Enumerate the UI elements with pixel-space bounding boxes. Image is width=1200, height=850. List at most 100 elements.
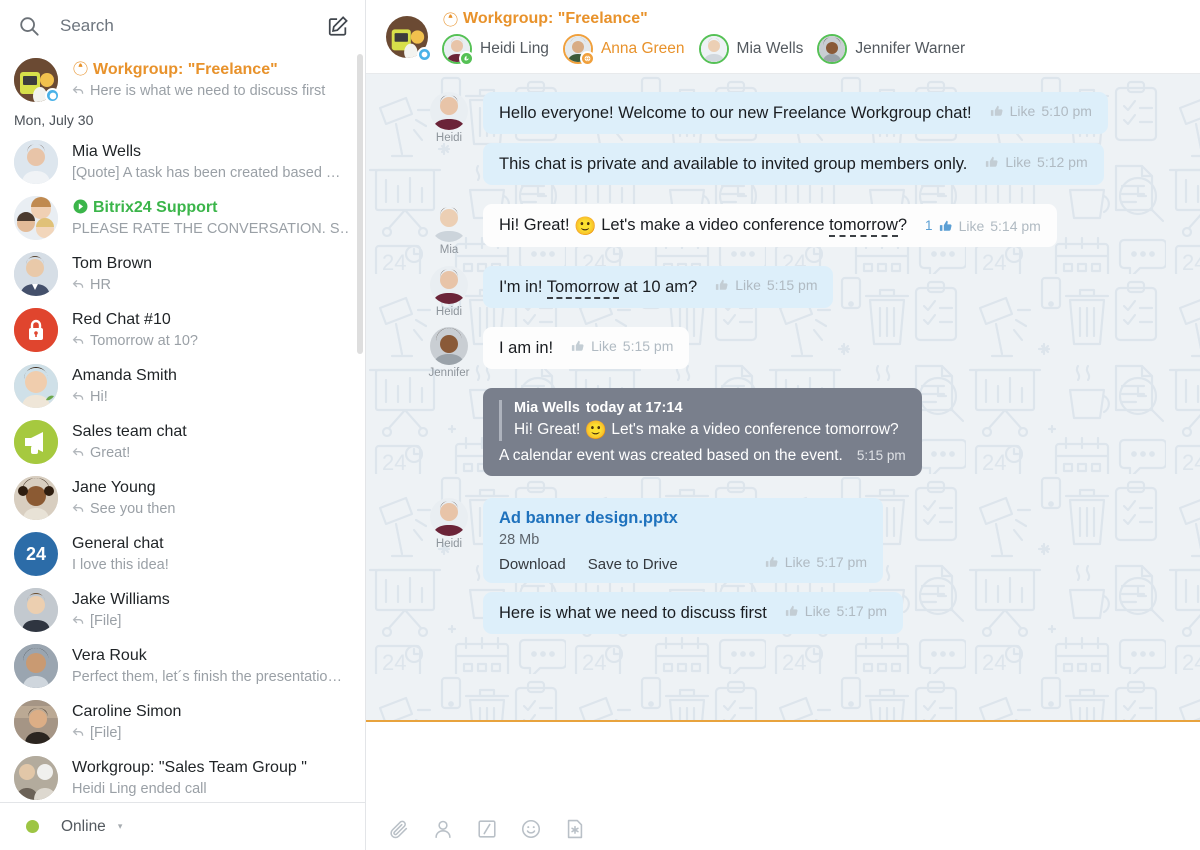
- system-text: A calendar event was created based on th…: [499, 447, 843, 465]
- status-label: Online: [61, 818, 106, 836]
- slash-command-icon[interactable]: [476, 818, 498, 840]
- chevron-down-icon[interactable]: ▾: [118, 821, 123, 832]
- message-bubble[interactable]: Here is what we need to discuss first Li…: [483, 592, 903, 634]
- list-item[interactable]: Workgroup: "Sales Team Group " Heidi Lin…: [0, 750, 365, 806]
- message-bubble[interactable]: Hi! Great! 🙂 Let's make a video conferen…: [483, 204, 1057, 247]
- thumbs-up-icon[interactable]: [765, 555, 779, 569]
- like-label[interactable]: Like: [1005, 154, 1031, 170]
- message-author-label: Mia: [440, 244, 459, 256]
- user-status-bar[interactable]: Online ▾: [0, 802, 365, 850]
- list-item[interactable]: Workgroup: "Freelance" Here is what we n…: [0, 52, 365, 108]
- message-bubble[interactable]: I am in! Like 5:15 pm: [483, 327, 689, 369]
- avatar: [14, 756, 58, 800]
- list-item-title: Jake Williams: [72, 590, 349, 610]
- message-text: I am in!: [499, 337, 553, 359]
- list-item[interactable]: Vera Rouk Perfect them, let´s finish the…: [0, 638, 365, 694]
- message-group: Mia Hi! Great! 🙂 Let's make a video conf…: [366, 204, 1200, 256]
- list-item[interactable]: Bitrix24 Support PLEASE RATE THE CONVERS…: [0, 190, 365, 246]
- chat-panel: Workgroup: "Freelance": [366, 0, 1200, 850]
- like-label[interactable]: Like: [959, 218, 985, 234]
- list-item[interactable]: Mia Wells [Quote] A task has been create…: [0, 134, 365, 190]
- list-item-text: Jake Williams [File]: [72, 590, 349, 631]
- like-label[interactable]: Like: [591, 338, 617, 354]
- message-input[interactable]: [366, 722, 1200, 802]
- chat-member-mia-wells[interactable]: Mia Wells: [699, 34, 804, 64]
- like-label[interactable]: Like: [1010, 103, 1036, 119]
- list-item-text: Workgroup: "Freelance" Here is what we n…: [72, 60, 349, 101]
- file-name-link[interactable]: Ad banner design.pptx: [499, 509, 867, 528]
- chat-group-avatar[interactable]: [386, 16, 428, 58]
- avatar: [442, 34, 472, 64]
- thumbs-up-icon[interactable]: [715, 278, 729, 292]
- message-bubble[interactable]: This chat is private and available to in…: [483, 143, 1104, 185]
- chat-members: Heidi Ling: [442, 34, 1182, 64]
- snippet-icon[interactable]: [564, 818, 586, 840]
- thumbs-up-icon[interactable]: [785, 604, 799, 618]
- list-item[interactable]: Jane Young See you then: [0, 470, 365, 526]
- avatar[interactable]: Heidi: [426, 266, 472, 318]
- date-separator: Mon, July 30: [0, 108, 365, 134]
- message-list[interactable]: 24: [366, 74, 1200, 722]
- message-group: Jennifer I am in! Like 5:15 pm: [366, 327, 1200, 378]
- messages-container: Heidi Hello everyone! Welcome to our new…: [366, 74, 1200, 667]
- avatar[interactable]: Jennifer: [426, 327, 472, 379]
- quote-time: today at 17:14: [586, 400, 683, 416]
- highlighted-date[interactable]: Tomorrow: [547, 278, 619, 299]
- message-meta: 1 Like 5:14 pm: [925, 218, 1041, 234]
- list-item-title: Workgroup: "Sales Team Group ": [72, 758, 349, 778]
- chat-list[interactable]: Workgroup: "Freelance" Here is what we n…: [0, 52, 365, 850]
- message-time: 5:15 pm: [623, 338, 674, 354]
- message-bubble[interactable]: I'm in! Tomorrow at 10 am? Like 5:15 pm: [483, 266, 833, 308]
- list-item-title: General chat: [72, 534, 349, 554]
- message-meta: Like 5:10 pm: [990, 103, 1092, 119]
- avatar[interactable]: Heidi: [426, 498, 472, 550]
- message-author-label: Heidi: [436, 538, 462, 550]
- avatar[interactable]: Heidi: [426, 92, 472, 144]
- list-item-title: Amanda Smith: [72, 366, 349, 386]
- paperclip-icon[interactable]: [388, 818, 410, 840]
- person-icon[interactable]: [432, 818, 454, 840]
- chat-member-heidi-ling[interactable]: Heidi Ling: [442, 34, 549, 64]
- list-item-text: Bitrix24 Support PLEASE RATE THE CONVERS…: [72, 198, 349, 239]
- list-item[interactable]: Red Chat #10 Tomorrow at 10?: [0, 302, 365, 358]
- list-item[interactable]: Caroline Simon [File]: [0, 694, 365, 750]
- list-item[interactable]: Amanda Smith Hi!: [0, 358, 365, 414]
- emoji-smiley: 🙂: [585, 420, 607, 440]
- thumbs-up-icon[interactable]: [985, 155, 999, 169]
- like-label[interactable]: Like: [735, 277, 761, 293]
- reply-arrow-icon: [72, 390, 85, 403]
- chat-header-text: Workgroup: "Freelance": [442, 9, 1182, 64]
- like-label[interactable]: Like: [805, 603, 831, 619]
- sidebar-scrollbar[interactable]: [358, 52, 364, 850]
- search-input[interactable]: [60, 16, 327, 36]
- message-time: 5:14 pm: [990, 218, 1041, 234]
- list-item-preview: Great!: [72, 443, 349, 463]
- highlighted-date[interactable]: tomorrow: [829, 216, 898, 237]
- download-link[interactable]: Download: [499, 556, 566, 573]
- list-item-title: Sales team chat: [72, 422, 349, 442]
- smiley-icon[interactable]: [520, 818, 542, 840]
- list-item[interactable]: Tom Brown HR: [0, 246, 365, 302]
- system-message-card[interactable]: Mia Wellstoday at 17:14 Hi! Great! 🙂 Let…: [483, 388, 922, 476]
- search-bar: [0, 0, 365, 52]
- file-message-bubble[interactable]: Ad banner design.pptx 28 Mb Download Sav…: [483, 498, 883, 583]
- list-item[interactable]: Jake Williams [File]: [0, 582, 365, 638]
- save-to-drive-link[interactable]: Save to Drive: [588, 556, 678, 573]
- compose-message-icon[interactable]: [327, 15, 349, 37]
- leaf-badge-icon: [459, 51, 474, 64]
- list-item[interactable]: 24 General chat I love this idea!: [0, 526, 365, 582]
- thumbs-up-icon[interactable]: [939, 219, 953, 233]
- chat-member-jennifer-warner[interactable]: Jennifer Warner: [817, 34, 965, 64]
- message-bubble[interactable]: Hello everyone! Welcome to our new Freel…: [483, 92, 1108, 134]
- workgroup-globe-icon: [442, 11, 459, 28]
- message-time: 5:15 pm: [767, 277, 818, 293]
- thumbs-up-icon[interactable]: [571, 339, 585, 353]
- list-item[interactable]: Sales team chat Great!: [0, 414, 365, 470]
- message-group: Heidi Hello everyone! Welcome to our new…: [366, 92, 1200, 194]
- like-label[interactable]: Like: [785, 554, 811, 570]
- avatar[interactable]: Mia: [426, 204, 472, 256]
- thumbs-up-icon[interactable]: [990, 104, 1004, 118]
- chat-member-anna-green[interactable]: Anna Green: [563, 34, 685, 64]
- list-item-preview: HR: [72, 275, 349, 295]
- sidebar-scrollbar-thumb[interactable]: [357, 54, 363, 354]
